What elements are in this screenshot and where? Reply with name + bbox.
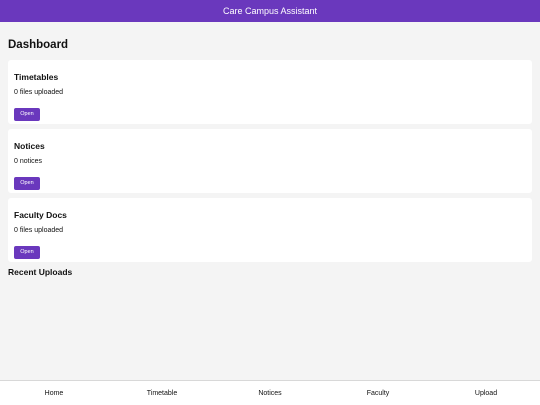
nav-item-upload[interactable]: Upload: [432, 381, 540, 405]
nav-item-home[interactable]: Home: [0, 381, 108, 405]
faculty-docs-card: Faculty Docs 0 files uploaded Open: [8, 198, 532, 262]
nav-item-timetable[interactable]: Timetable: [108, 381, 216, 405]
open-notices-button[interactable]: Open: [14, 176, 40, 190]
card-subtitle: 0 files uploaded: [14, 89, 64, 96]
recent-uploads-title: Recent Uploads: [8, 267, 73, 277]
card-title: Notices: [14, 141, 45, 151]
open-faculty-docs-button[interactable]: Open: [14, 245, 40, 259]
app-header: Care Campus Assistant: [0, 0, 540, 22]
open-timetables-button[interactable]: Open: [14, 107, 40, 121]
card-title: Faculty Docs: [14, 210, 67, 220]
main-content: Dashboard Timetables 0 files uploaded Op…: [0, 39, 540, 277]
card-subtitle: 0 files uploaded: [14, 227, 64, 234]
card-subtitle: 0 notices: [14, 158, 43, 165]
timetables-card: Timetables 0 files uploaded Open: [8, 60, 532, 124]
page-title: Dashboard: [8, 39, 69, 51]
nav-item-notices[interactable]: Notices: [216, 381, 324, 405]
notices-card: Notices 0 notices Open: [8, 129, 532, 193]
card-title: Timetables: [14, 72, 59, 82]
nav-item-faculty[interactable]: Faculty: [324, 381, 432, 405]
bottom-nav: Home Timetable Notices Faculty Upload: [0, 380, 540, 405]
app-title: Care Campus Assistant: [222, 6, 318, 16]
